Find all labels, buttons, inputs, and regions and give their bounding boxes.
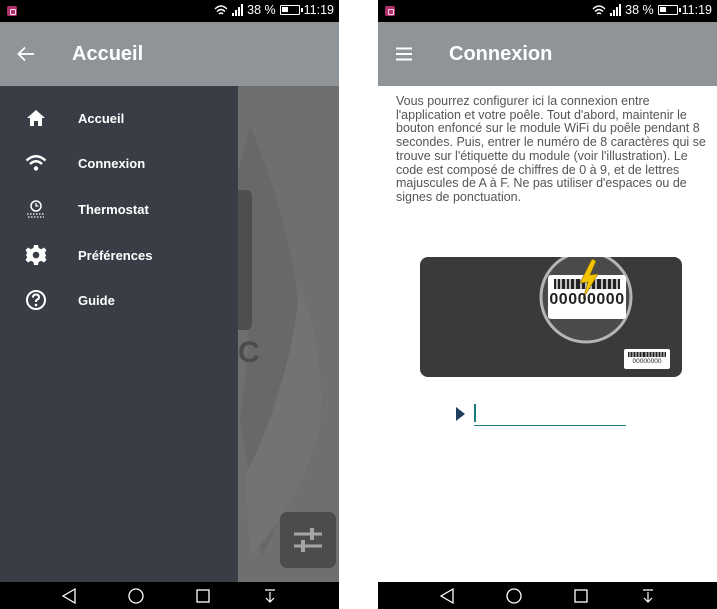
battery-percent: 38 % xyxy=(625,3,654,17)
settings-sliders-button[interactable] xyxy=(280,512,336,568)
wifi-status-icon xyxy=(592,5,606,15)
navigation-drawer: Accueil Connexion Thermostat Préférences… xyxy=(0,86,238,582)
back-nav-icon[interactable] xyxy=(427,582,467,609)
notification-icon xyxy=(7,6,17,16)
help-icon xyxy=(22,286,50,314)
thermostat-icon xyxy=(22,195,50,223)
drawer-item-connexion[interactable]: Connexion xyxy=(0,141,238,185)
home-nav-icon[interactable] xyxy=(116,582,156,609)
gear-icon xyxy=(22,241,50,269)
home-nav-icon[interactable] xyxy=(494,582,534,609)
menu-icon[interactable] xyxy=(380,22,428,86)
signal-icon xyxy=(610,4,622,16)
system-nav-bar xyxy=(378,582,717,609)
system-nav-bar xyxy=(0,582,339,609)
phone-screen-connexion: 38 % 11:19 Connexion Vous pourrez config… xyxy=(378,0,717,609)
small-code: 00000000 xyxy=(632,358,662,365)
arrow-back-icon[interactable] xyxy=(2,22,50,86)
drawer-item-label: Connexion xyxy=(78,155,146,171)
notifications-pulldown-icon[interactable] xyxy=(250,582,290,609)
drawer-item-thermostat[interactable]: Thermostat xyxy=(0,187,238,231)
sliders-icon xyxy=(294,528,322,552)
clock: 11:19 xyxy=(681,3,712,17)
connexion-content: Vous pourrez configurer ici la connexion… xyxy=(378,86,717,582)
code-entry-row xyxy=(456,396,626,432)
drawer-item-label: Thermostat xyxy=(78,201,149,217)
text-cursor xyxy=(474,404,476,422)
recents-nav-icon[interactable] xyxy=(183,582,223,609)
notification-icon xyxy=(385,6,395,16)
signal-icon xyxy=(232,4,244,16)
status-bar: 38 % 11:19 xyxy=(0,0,339,22)
drawer-item-label: Guide xyxy=(78,292,115,308)
wifi-status-icon xyxy=(214,5,228,15)
notifications-pulldown-icon[interactable] xyxy=(628,582,668,609)
drawer-item-guide[interactable]: Guide xyxy=(0,278,238,322)
page-title: Accueil xyxy=(72,42,144,65)
drawer-item-accueil[interactable]: Accueil xyxy=(0,96,238,140)
drawer-item-preferences[interactable]: Préférences xyxy=(0,233,238,277)
app-bar: Connexion xyxy=(378,22,717,86)
battery-icon xyxy=(657,5,681,15)
wifi-icon xyxy=(22,149,50,177)
battery-icon xyxy=(279,5,303,15)
instructions-text: Vous pourrez configurer ici la connexion… xyxy=(396,94,706,204)
status-bar: 38 % 11:19 xyxy=(378,0,717,22)
drawer-item-label: Préférences xyxy=(78,247,153,263)
app-bar: Accueil xyxy=(0,22,339,86)
back-nav-icon[interactable] xyxy=(49,582,89,609)
battery-percent: 38 % xyxy=(247,3,276,17)
wifi-module-illustration: 00000000 00000000 xyxy=(420,257,682,377)
page-title: Connexion xyxy=(449,42,553,65)
zoom-code: 00000000 xyxy=(549,291,625,308)
phone-screen-accueil: 38 % 11:19 Accueil C Accueil Connexion T… xyxy=(0,0,339,609)
clock: 11:19 xyxy=(303,3,334,17)
small-barcode xyxy=(628,352,666,357)
background-letter: C xyxy=(238,336,260,369)
recents-nav-icon[interactable] xyxy=(561,582,601,609)
drawer-item-label: Accueil xyxy=(78,110,125,126)
code-input[interactable] xyxy=(474,400,626,426)
play-arrow-icon xyxy=(456,407,465,421)
home-icon xyxy=(22,104,50,132)
